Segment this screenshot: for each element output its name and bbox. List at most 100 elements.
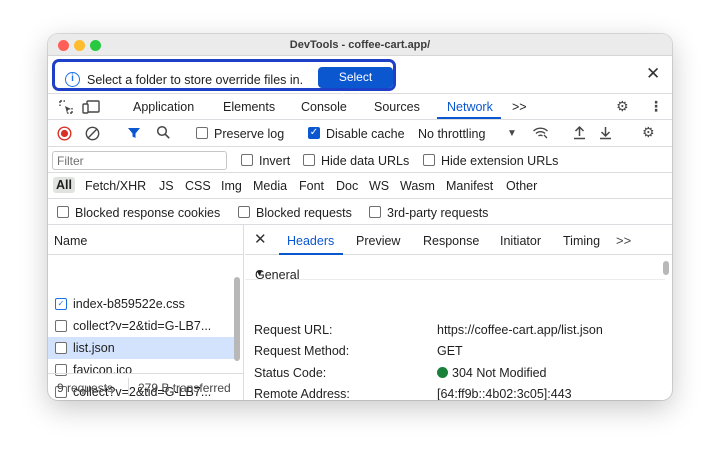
preserve-log-checkbox[interactable] xyxy=(196,127,208,139)
request-count: 9 requests xyxy=(57,381,114,395)
network-conditions-wifi-icon[interactable] xyxy=(532,125,549,142)
stylesheet-file-icon: ✓ xyxy=(55,298,67,310)
infobar-highlight: i Select a folder to store override file… xyxy=(52,59,396,105)
settings-gear-icon[interactable]: ⚙ xyxy=(616,99,629,113)
disable-cache-label: Disable cache xyxy=(326,127,405,141)
tab-response[interactable]: Response xyxy=(423,234,479,248)
export-har-download-icon[interactable] xyxy=(599,125,612,142)
tab-sources[interactable]: Sources xyxy=(374,100,420,114)
type-ws-button[interactable]: WS xyxy=(369,179,389,193)
type-css-button[interactable]: CSS xyxy=(185,179,211,193)
status-code-text: 304 Not Modified xyxy=(452,366,547,380)
select-folder-button[interactable]: Select folder xyxy=(318,67,393,105)
document-file-icon xyxy=(55,342,67,354)
details-tab-bar: ✕ Headers Preview Response Initiator Tim… xyxy=(245,225,672,255)
invert-label: Invert xyxy=(259,154,291,168)
blocked-requests-checkbox[interactable] xyxy=(238,206,250,218)
panel-tab-bar: Application Elements Console Sources Net… xyxy=(48,94,672,120)
device-toolbar-icon[interactable] xyxy=(82,99,100,117)
request-details-panel: ✕ Headers Preview Response Initiator Tim… xyxy=(245,225,672,400)
header-key: Status Code: xyxy=(254,366,327,380)
search-icon[interactable] xyxy=(156,125,171,142)
throttling-select[interactable]: No throttling xyxy=(418,127,485,141)
name-column-label: Name xyxy=(54,234,88,248)
tab-elements[interactable]: Elements xyxy=(223,100,275,114)
devtools-window: DevTools - coffee-cart.app/ i Select a f… xyxy=(48,34,672,400)
close-infobar-icon[interactable]: ✕ xyxy=(646,65,660,82)
tab-initiator[interactable]: Initiator xyxy=(500,234,541,248)
import-har-upload-icon[interactable] xyxy=(573,125,586,142)
inspect-element-icon[interactable] xyxy=(58,99,74,117)
infobar-message: Select a folder to store override files … xyxy=(87,73,304,87)
type-doc-button[interactable]: Doc xyxy=(336,179,358,193)
type-font-button[interactable]: Font xyxy=(299,179,324,193)
general-section-header[interactable]: ▼ General xyxy=(245,256,665,282)
blocked-cookies-label: Blocked response cookies xyxy=(75,206,221,220)
tab-network[interactable]: Network xyxy=(447,100,493,114)
request-name: collect?v=2&tid=G-LB7... xyxy=(73,319,212,333)
override-infobar: i Select a folder to store override file… xyxy=(48,56,672,105)
invert-checkbox[interactable] xyxy=(241,154,253,166)
tab-application[interactable]: Application xyxy=(133,100,194,114)
disable-cache-checkbox[interactable]: ✓ xyxy=(308,127,320,139)
header-key: Remote Address: xyxy=(254,387,350,400)
type-js-button[interactable]: JS xyxy=(159,179,174,193)
type-fetch-xhr-button[interactable]: Fetch/XHR xyxy=(85,179,146,193)
chevron-down-icon[interactable]: ▼ xyxy=(507,127,517,141)
active-tab-indicator xyxy=(437,117,501,119)
tab-preview[interactable]: Preview xyxy=(356,234,400,248)
name-column-header[interactable]: Name xyxy=(48,225,243,255)
type-manifest-button[interactable]: Manifest xyxy=(446,179,493,193)
hide-extension-urls-label: Hide extension URLs xyxy=(441,154,559,168)
third-party-checkbox[interactable] xyxy=(369,206,381,218)
request-row[interactable]: ✓ index-b859522e.css xyxy=(48,293,234,315)
more-options-icon[interactable]: ⋮ xyxy=(649,99,663,113)
type-img-button[interactable]: Img xyxy=(221,179,242,193)
hide-data-urls-checkbox[interactable] xyxy=(303,154,315,166)
more-details-tabs-icon[interactable]: >> xyxy=(616,233,631,248)
details-active-tab-indicator xyxy=(279,253,343,255)
remote-address-value: [64:ff9b::4b02:3c05]:443 xyxy=(437,387,572,400)
summary-divider xyxy=(128,378,129,396)
request-list-scrollbar[interactable] xyxy=(234,277,240,361)
network-settings-gear-icon[interactable]: ⚙ xyxy=(642,125,655,139)
third-party-label: 3rd-party requests xyxy=(387,206,489,220)
request-name: index-b859522e.css xyxy=(73,297,185,311)
status-ok-dot-icon xyxy=(437,367,448,378)
resource-type-filter: All Fetch/XHR JS CSS Img Media Font Doc … xyxy=(48,173,672,199)
request-method-value: GET xyxy=(437,344,463,358)
type-other-button[interactable]: Other xyxy=(506,179,537,193)
tab-timing[interactable]: Timing xyxy=(563,234,600,248)
title-bar: DevTools - coffee-cart.app/ xyxy=(48,34,672,56)
document-file-icon xyxy=(55,320,67,332)
blocking-filter-bar: Blocked response cookies Blocked request… xyxy=(48,199,672,225)
filter-funnel-icon[interactable] xyxy=(127,126,141,142)
type-media-button[interactable]: Media xyxy=(253,179,287,193)
request-row[interactable]: collect?v=2&tid=G-LB7... xyxy=(48,315,234,337)
type-wasm-button[interactable]: Wasm xyxy=(400,179,435,193)
header-key: Request URL: xyxy=(254,323,333,337)
preserve-log-label: Preserve log xyxy=(214,127,285,141)
request-url-value: https://coffee-cart.app/list.json xyxy=(437,323,603,337)
transferred-size: 279 B transferred xyxy=(138,381,231,395)
blocked-requests-label: Blocked requests xyxy=(256,206,352,220)
type-all-button[interactable]: All xyxy=(53,177,75,193)
tab-headers[interactable]: Headers xyxy=(287,234,334,248)
header-key: Request Method: xyxy=(254,344,350,358)
hide-extension-urls-checkbox[interactable] xyxy=(423,154,435,166)
network-summary-bar: 9 requests 279 B transferred xyxy=(48,373,243,400)
hide-data-urls-label: Hide data URLs xyxy=(321,154,410,168)
stop-recording-icon[interactable] xyxy=(57,126,72,143)
tab-console[interactable]: Console xyxy=(301,100,347,114)
blocked-cookies-checkbox[interactable] xyxy=(57,206,69,218)
filter-bar: Invert Hide data URLs Hide extension URL… xyxy=(48,147,672,173)
close-details-icon[interactable]: ✕ xyxy=(254,232,267,247)
details-scrollbar[interactable] xyxy=(663,261,669,275)
info-icon: i xyxy=(65,72,80,87)
network-toolbar: Preserve log ✓ Disable cache No throttli… xyxy=(48,120,672,147)
more-tabs-icon[interactable]: >> xyxy=(512,100,527,114)
filter-input[interactable] xyxy=(52,151,227,170)
request-row-selected[interactable]: list.json xyxy=(48,337,234,359)
window-title: DevTools - coffee-cart.app/ xyxy=(289,39,431,51)
clear-log-icon[interactable] xyxy=(85,126,100,143)
